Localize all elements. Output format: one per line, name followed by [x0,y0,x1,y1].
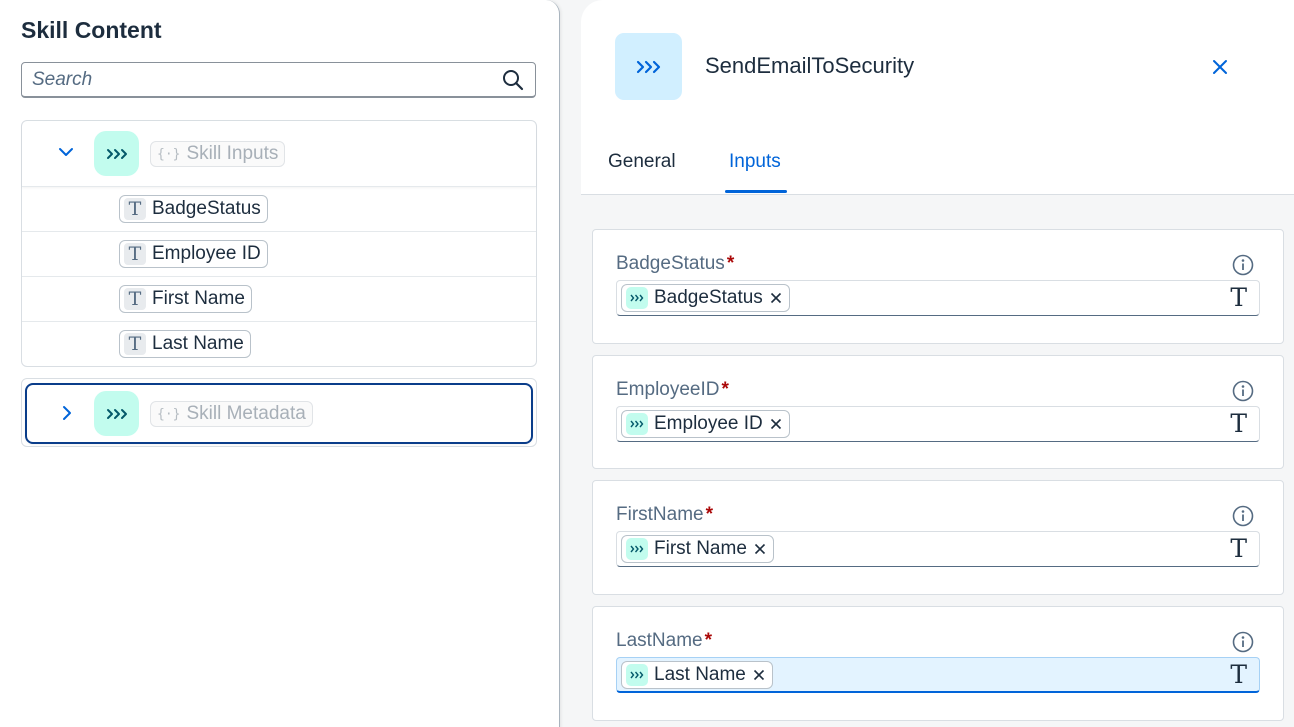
node-label-text: Skill Inputs [186,143,279,164]
tree-row-badgestatus[interactable]: T BadgeStatus [22,187,536,232]
search-field[interactable] [21,62,536,98]
text-type-icon: T [124,288,146,310]
token-input[interactable]: BadgeStatus T [616,280,1260,316]
triple-chevron-icon [615,33,682,100]
details-title: SendEmailToSecurity [705,53,915,78]
field-card-employeeid: EmployeeID * Employee ID T [592,355,1284,469]
value-token[interactable]: First Name [621,535,774,563]
remove-token-icon[interactable] [769,291,783,305]
tree-row-employee-id[interactable]: T Employee ID [22,232,536,277]
text-type-icon[interactable]: T [1230,534,1247,563]
tree-group-skill-metadata: {·} Skill Metadata [21,378,537,447]
tree-row-first-name[interactable]: T First Name [22,277,536,322]
info-icon[interactable] [1231,379,1255,403]
search-input[interactable] [32,68,501,91]
triple-chevron-icon [94,131,139,176]
remove-token-icon[interactable] [753,542,767,556]
close-icon[interactable] [1205,52,1235,82]
chevron-down-icon[interactable] [56,142,76,162]
variable-label: Employee ID [152,243,261,264]
field-label-text: LastName [616,630,703,651]
triple-chevron-icon [626,287,648,309]
chevron-right-icon[interactable] [57,403,77,423]
field-label-text: EmployeeID [616,379,720,400]
field-label: LastName * [616,630,712,652]
info-icon[interactable] [1231,253,1255,277]
triple-chevron-icon [626,413,648,435]
tree-row-last-name[interactable]: T Last Name [22,322,536,367]
info-icon[interactable] [1231,504,1255,528]
remove-token-icon[interactable] [752,668,766,682]
braces-icon: {·} [157,406,181,422]
variable-label: Last Name [152,333,244,354]
field-label: EmployeeID * [616,379,729,401]
field-label-text: BadgeStatus [616,253,725,274]
node-label-text: Skill Metadata [186,403,306,424]
skill-content-panel: Skill Content {·} Skill Inputs [0,0,560,727]
field-card-lastname: LastName * Last Name T [592,606,1284,721]
required-marker: * [704,630,713,651]
token-input[interactable]: Employee ID T [616,406,1260,442]
token-label: BadgeStatus [654,287,763,308]
tab-general[interactable]: General [608,151,676,173]
text-type-icon[interactable]: T [1230,283,1247,312]
braces-icon: {·} [157,146,181,162]
variable-token[interactable]: T BadgeStatus [119,195,268,223]
node-label: {·} Skill Inputs [150,141,286,167]
field-label: FirstName * [616,504,713,526]
text-type-icon[interactable]: T [1230,409,1247,438]
variable-token[interactable]: T Last Name [119,330,251,358]
text-type-icon: T [124,333,146,355]
required-marker: * [721,379,729,400]
panel-title: Skill Content [21,17,162,43]
required-marker: * [726,253,735,274]
token-label: Last Name [654,663,746,685]
triple-chevron-icon [94,391,139,436]
search-icon[interactable] [501,68,525,92]
field-card-badgestatus: BadgeStatus * BadgeStatus T [592,229,1284,344]
text-type-icon[interactable]: T [1230,660,1247,689]
remove-token-icon[interactable] [769,417,783,431]
triple-chevron-icon [626,663,648,686]
value-token[interactable]: Employee ID [621,410,790,438]
info-icon[interactable] [1231,630,1255,654]
required-marker: * [705,504,714,525]
tab-selected-indicator [725,190,787,193]
field-label-text: FirstName [616,504,704,525]
variable-label: First Name [152,288,245,309]
text-type-icon: T [124,243,146,265]
tab-inputs[interactable]: Inputs [729,151,781,173]
node-label: {·} Skill Metadata [150,401,313,427]
value-token[interactable]: BadgeStatus [621,284,790,312]
details-panel: SendEmailToSecurity General Inputs Badge… [581,0,1294,727]
variable-token[interactable]: T First Name [119,285,252,313]
token-label: First Name [654,538,747,559]
value-token[interactable]: Last Name [621,660,773,689]
token-input[interactable]: First Name T [616,531,1260,567]
field-card-firstname: FirstName * First Name T [592,480,1284,595]
tree-group-skill-inputs: {·} Skill Inputs T BadgeStatus T Employe… [21,120,537,367]
variable-token[interactable]: T Employee ID [119,240,268,268]
token-label: Employee ID [654,413,763,434]
details-header: SendEmailToSecurity General Inputs [581,0,1294,195]
tree-node-skill-inputs[interactable]: {·} Skill Inputs [22,121,536,187]
token-input[interactable]: Last Name T [616,657,1260,693]
tree-node-skill-metadata[interactable]: {·} Skill Metadata [25,383,533,444]
triple-chevron-icon [626,538,648,560]
field-label: BadgeStatus * [616,253,734,275]
variable-label: BadgeStatus [152,198,261,219]
text-type-icon: T [124,198,146,220]
app-root: Skill Content {·} Skill Inputs [0,0,1294,727]
